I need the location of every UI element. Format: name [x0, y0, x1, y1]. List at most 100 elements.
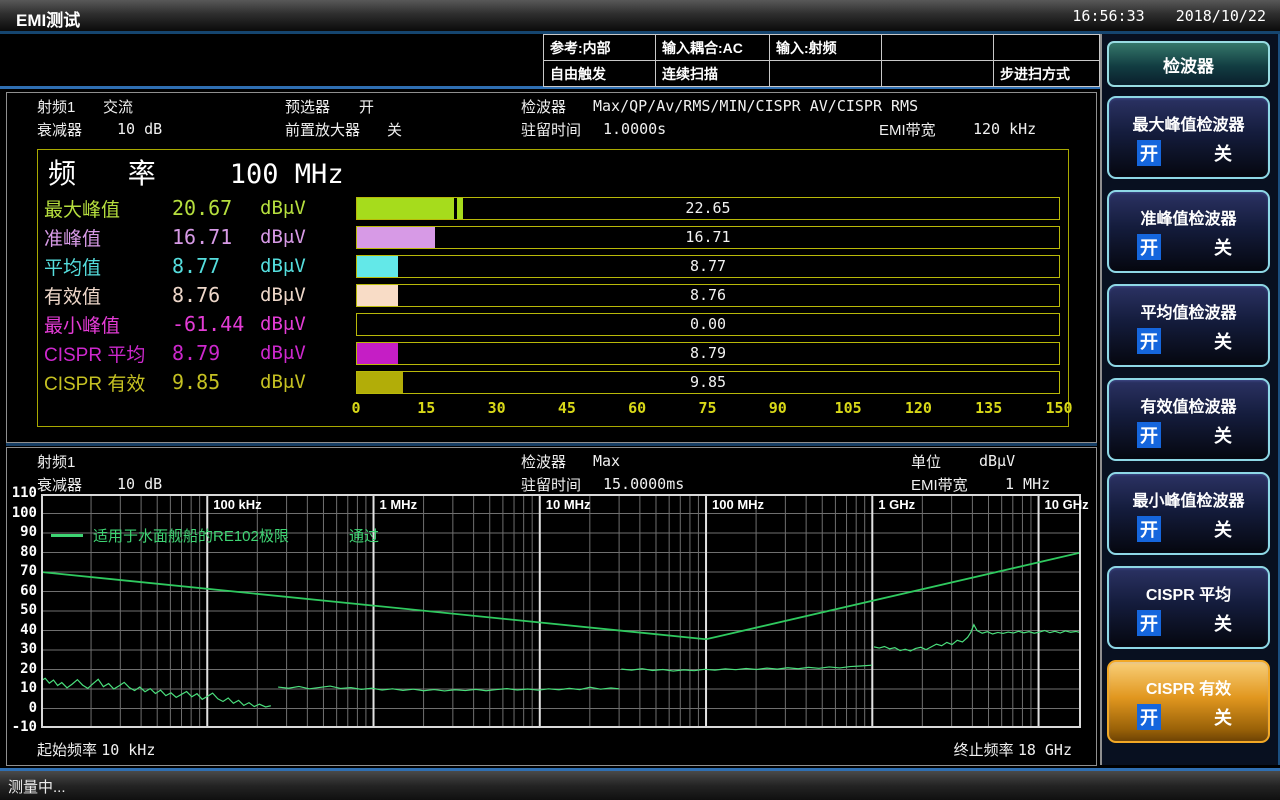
start-frequency-value: 10 kHz: [101, 741, 155, 759]
measurement-unit: dBμV: [260, 197, 356, 219]
toggle-off[interactable]: 关: [1214, 422, 1232, 448]
detector-button-4[interactable]: 有效值检波器开 关: [1107, 378, 1270, 461]
measurement-bar: 9.85: [356, 371, 1060, 394]
status-text: 测量中...: [8, 776, 66, 797]
measurement-label: 平均值: [44, 253, 172, 280]
detector-button-label: 有效值检波器: [1109, 393, 1268, 417]
title-bar: EMI测试 16:56:33 2018/10/22: [0, 0, 1280, 34]
measurement-unit: dBμV: [260, 342, 356, 364]
measurement-label: 有效值: [44, 282, 172, 309]
measurement-row: CISPR 有效9.85dBμV9.85: [44, 370, 1060, 394]
x-decade-label: 10 GHz: [1045, 497, 1089, 512]
settings-cell: 连续扫描: [656, 61, 770, 87]
measurement-label: CISPR 平均: [44, 340, 172, 367]
graph-atten-value: 10 dB: [117, 475, 162, 493]
detector-menu-header: 检波器: [1107, 41, 1270, 87]
graph-rf-label: 射频1: [37, 451, 75, 472]
preselector-label: 预选器: [285, 96, 330, 117]
emi-test-screen: EMI测试 16:56:33 2018/10/22 参考:内部输入耦合:AC输入…: [0, 0, 1280, 800]
measurement-unit: dBμV: [260, 226, 356, 248]
graph-dwell-label: 驻留时间: [521, 474, 581, 495]
detector-value: Max/QP/Av/RMS/MIN/CISPR AV/CISPR RMS: [593, 97, 918, 115]
measurement-value: 8.79: [172, 341, 260, 365]
measurement-bar: 22.65: [356, 197, 1060, 220]
y-tick-label: 10: [7, 680, 37, 696]
measurement-value: 16.71: [172, 225, 260, 249]
detector-button-7[interactable]: CISPR 有效开关: [1107, 660, 1270, 743]
toggle-on[interactable]: 开: [1137, 328, 1161, 354]
bar-axis-tick: 75: [698, 399, 716, 417]
measurement-row: 平均值8.77dBμV8.77: [44, 254, 1060, 278]
toggle-on[interactable]: 开: [1137, 422, 1161, 448]
trace-segment: [874, 625, 1081, 651]
detector-label: 检波器: [521, 96, 566, 117]
measurement-label: CISPR 有效: [44, 369, 172, 396]
detector-button-3[interactable]: 平均值检波器开关: [1107, 284, 1270, 367]
measurement-row: 最大峰值20.67dBμV22.65: [44, 196, 1060, 220]
measurement-value: 20.67: [172, 196, 260, 220]
toggle-on[interactable]: 开: [1137, 704, 1161, 730]
measurement-value: 8.76: [172, 283, 260, 307]
on-off-toggle: 开关: [1109, 704, 1268, 730]
stop-frequency-value: 18 GHz: [1018, 741, 1072, 759]
x-decade-label: 10 MHz: [546, 497, 591, 512]
meter-panel: 射频1 交流 预选器 开 检波器 Max/QP/Av/RMS/MIN/CISPR…: [6, 92, 1097, 443]
measurement-bar-text: 22.65: [357, 198, 1059, 219]
detector-button-2[interactable]: 准峰值检波器开关: [1107, 190, 1270, 273]
toggle-on[interactable]: 开: [1137, 234, 1161, 260]
on-off-toggle: 开关: [1109, 516, 1268, 542]
bar-axis-tick: 90: [769, 399, 787, 417]
bar-axis: 0153045607590105120135150: [356, 399, 1059, 419]
detector-button-6[interactable]: CISPR 平均开关: [1107, 566, 1270, 649]
x-decade-label: 1 GHz: [878, 497, 915, 512]
toggle-off[interactable]: 关: [1214, 140, 1232, 166]
toggle-off[interactable]: 关: [1214, 516, 1232, 542]
emi-bw-label: EMI带宽: [879, 119, 936, 140]
toggle-on[interactable]: 开: [1137, 610, 1161, 636]
bar-axis-tick: 15: [417, 399, 435, 417]
y-tick-label: 20: [7, 661, 37, 677]
settings-table: 参考:内部输入耦合:AC输入:射频自由触发连续扫描步进扫方式: [543, 34, 1100, 87]
bar-axis-tick: 60: [628, 399, 646, 417]
clock-date: 2018/10/22: [1176, 7, 1266, 25]
toggle-off[interactable]: 关: [1214, 234, 1232, 260]
on-off-toggle: 开关: [1109, 140, 1268, 166]
measurement-label: 准峰值: [44, 224, 172, 251]
measurement-label: 最小峰值: [44, 311, 172, 338]
toggle-on[interactable]: 开: [1137, 140, 1161, 166]
preamp-label: 前置放大器: [285, 119, 360, 140]
x-decade-label: 100 kHz: [213, 497, 261, 512]
detector-button-1[interactable]: 最大峰值检波器开关: [1107, 96, 1270, 179]
detector-button-label: 最大峰值检波器: [1109, 111, 1268, 135]
x-decade-label: 1 MHz: [380, 497, 418, 512]
settings-cell: [770, 61, 882, 87]
measurement-row: 有效值8.76dBμV8.76: [44, 283, 1060, 307]
toggle-off[interactable]: 关: [1214, 610, 1232, 636]
settings-strip: 参考:内部输入耦合:AC输入:射频自由触发连续扫描步进扫方式: [0, 34, 1280, 89]
toggle-on[interactable]: 开: [1137, 516, 1161, 542]
measurement-unit: dBμV: [260, 284, 356, 306]
measurement-unit: dBμV: [260, 371, 356, 393]
measurement-row: 最小峰值-61.44dBμV0.00: [44, 312, 1060, 336]
atten-label: 衰减器: [37, 119, 82, 140]
dwell-label: 驻留时间: [521, 119, 581, 140]
measurement-unit: dBμV: [260, 313, 356, 335]
bar-axis-tick: 150: [1045, 399, 1072, 417]
toggle-off[interactable]: 关: [1214, 328, 1232, 354]
start-frequency-label: 起始频率: [37, 742, 97, 759]
stop-frequency: 终止频率 18 GHz: [954, 739, 1072, 760]
atten-value: 10 dB: [117, 120, 162, 138]
x-decade-label: 100 MHz: [712, 497, 764, 512]
coupling-value: 交流: [103, 96, 133, 117]
toggle-off[interactable]: 关: [1214, 704, 1232, 730]
graph-atten-label: 衰减器: [37, 474, 82, 495]
measurement-bar-text: 8.76: [357, 285, 1059, 306]
y-tick-label: 50: [7, 602, 37, 618]
graph-detector-label: 检波器: [521, 451, 566, 472]
measurement-bar: 0.00: [356, 313, 1060, 336]
measurement-unit: dBμV: [260, 255, 356, 277]
measurement-value: 9.85: [172, 370, 260, 394]
on-off-toggle: 开关: [1109, 610, 1268, 636]
detector-button-5[interactable]: 最小峰值检波器开关: [1107, 472, 1270, 555]
clock: 16:56:33 2018/10/22: [1072, 7, 1266, 25]
